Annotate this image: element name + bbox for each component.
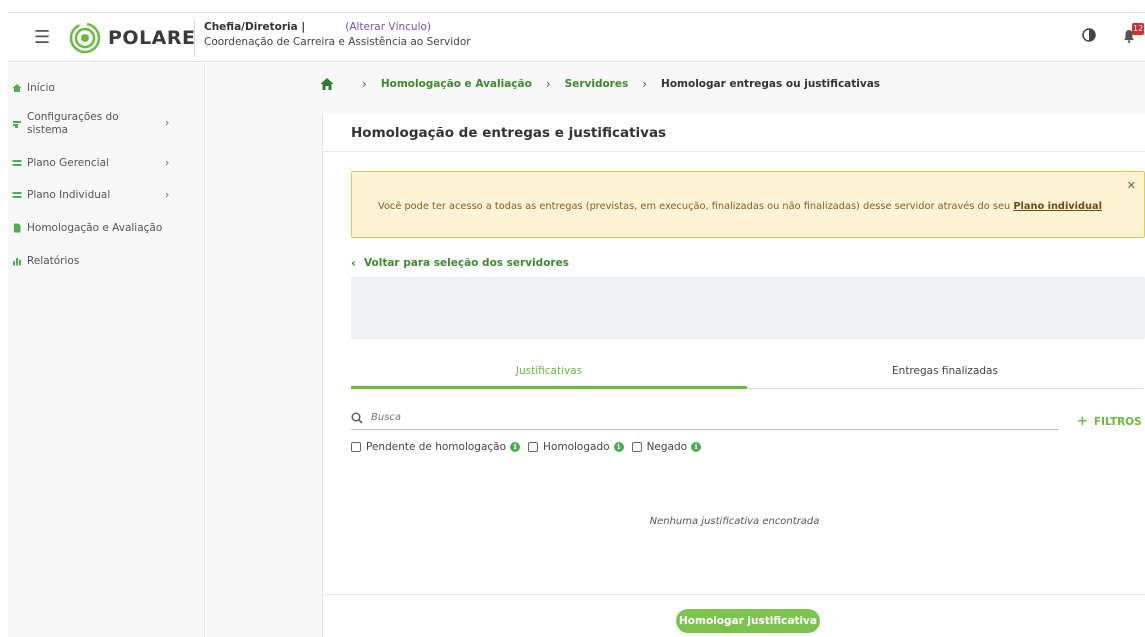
user-unit: Coordenação de Carreira e Assistência ao… <box>204 36 471 48</box>
sidebar-item-label: Plano Individual <box>27 189 111 201</box>
sidebar-item-label: Relatórios <box>27 255 80 267</box>
sidebar-item-label: Início <box>27 82 55 94</box>
checkbox-box[interactable] <box>528 442 539 452</box>
homologar-justificativa-button[interactable]: Homologar justificativa <box>676 609 820 633</box>
info-icon[interactable]: i <box>691 442 702 452</box>
footer-divider <box>323 594 1145 595</box>
checkbox-box[interactable] <box>351 442 361 452</box>
servidor-info-box <box>351 277 1145 339</box>
settings-icon <box>13 121 21 128</box>
breadcrumb-current: Homologar entregas ou justificativas <box>661 78 881 90</box>
status-filters: Pendente de homologação i Homologado i N… <box>351 441 709 453</box>
polare-logo-icon <box>69 22 101 54</box>
user-vinculo: Chefia/Diretoria | (Alterar Vínculo) Coor… <box>204 20 471 50</box>
sidebar: Início Configurações do sistema › Plano … <box>8 63 205 637</box>
notification-badge: 12 <box>1132 23 1145 35</box>
chevron-right-icon: › <box>165 156 170 169</box>
sidebar-item-label-line1: Configurações do <box>27 111 119 123</box>
contrast-icon[interactable] <box>1082 28 1096 42</box>
checkbox-negado[interactable]: Negado i <box>631 441 702 453</box>
tab-entregas-finalizadas[interactable]: Entregas finalizadas <box>747 359 1143 389</box>
list-icon <box>12 160 22 166</box>
top-strip <box>0 0 1145 12</box>
main-card: Homologação de entregas e justificativas… <box>322 113 1145 637</box>
breadcrumb-servidores[interactable]: Servidores <box>565 78 629 90</box>
chevron-left-icon: ‹ <box>351 256 356 270</box>
checkbox-label: Negado <box>646 441 688 453</box>
filters-button[interactable]: + FILTROS <box>1077 414 1142 429</box>
checkbox-label: Homologado <box>543 441 610 453</box>
document-icon <box>14 223 21 233</box>
sidebar-item-relatorios[interactable]: Relatórios <box>12 255 79 267</box>
sidebar-item-configuracoes[interactable]: Configurações do sistema › <box>12 111 192 137</box>
plano-individual-link[interactable]: Plano individual <box>1013 201 1102 212</box>
alert-message: Você pode ter acesso a todas as entregas… <box>378 201 1014 212</box>
checkbox-homologado[interactable]: Homologado i <box>528 441 624 453</box>
tabs: Justificativas Entregas finalizadas <box>351 359 1143 389</box>
breadcrumb-homologacao[interactable]: Homologação e Avaliação <box>381 78 532 90</box>
list-icon <box>12 192 22 198</box>
info-icon[interactable]: i <box>613 442 624 452</box>
chevron-right-icon: › <box>545 77 551 91</box>
sidebar-item-label-line2: sistema <box>27 124 69 136</box>
breadcrumb: › Homologação e Avaliação › Servidores ›… <box>320 77 880 91</box>
checkbox-pendente[interactable]: Pendente de homologação i <box>351 441 521 453</box>
hamburger-menu-icon[interactable]: ☰ <box>34 29 50 47</box>
search-bar <box>351 406 1059 430</box>
page-title: Homologação de entregas e justificativas <box>351 125 667 141</box>
header-divider <box>194 19 195 57</box>
empty-state-message: Nenhuma justificativa encontrada <box>649 516 820 527</box>
checkbox-box[interactable] <box>631 442 642 452</box>
home-icon <box>12 84 22 92</box>
notifications-button[interactable]: 12 <box>1122 23 1145 47</box>
tab-justificativas[interactable]: Justificativas <box>351 359 747 389</box>
info-alert: Você pode ter acesso a todas as entregas… <box>351 171 1145 238</box>
plus-icon: + <box>1077 414 1088 429</box>
sidebar-item-label: Plano Gerencial <box>27 157 109 169</box>
close-icon[interactable]: ✕ <box>1127 180 1136 191</box>
chevron-right-icon: › <box>642 77 648 91</box>
app-name: POLARE <box>108 27 196 49</box>
app-header: ☰ POLARE Chefia/Diretoria | (Alterar Vínc… <box>8 12 1145 62</box>
chevron-right-icon: › <box>165 116 170 129</box>
bar-chart-icon <box>13 258 21 266</box>
search-icon <box>351 412 363 424</box>
back-link-label: Voltar para seleção dos servidores <box>363 257 569 269</box>
checkbox-label: Pendente de homologação <box>366 441 507 453</box>
sidebar-item-plano-gerencial[interactable]: Plano Gerencial › <box>12 156 192 169</box>
chevron-right-icon: › <box>165 188 170 201</box>
info-icon[interactable]: i <box>510 442 521 452</box>
chevron-right-icon: › <box>362 77 367 91</box>
title-divider <box>323 151 1145 152</box>
sidebar-item-plano-individual[interactable]: Plano Individual › <box>12 188 192 201</box>
alert-text: Você pode ter acesso a todas as entregas… <box>378 201 1102 212</box>
sidebar-item-label: Homologação e Avaliação <box>27 222 163 234</box>
user-role: Chefia/Diretoria | <box>204 21 306 33</box>
sidebar-item-label: Configurações do sistema <box>27 111 119 137</box>
back-to-servidores-link[interactable]: ‹ Voltar para seleção dos servidores <box>351 256 569 270</box>
home-icon[interactable] <box>320 77 334 91</box>
sidebar-item-inicio[interactable]: Início <box>12 82 55 94</box>
search-input[interactable] <box>371 412 1021 423</box>
app-logo[interactable]: POLARE <box>68 21 196 55</box>
filters-label: FILTROS <box>1093 416 1142 428</box>
alterar-vinculo-link[interactable]: (Alterar Vínculo) <box>345 21 431 33</box>
sidebar-item-homologacao[interactable]: Homologação e Avaliação <box>12 222 162 234</box>
